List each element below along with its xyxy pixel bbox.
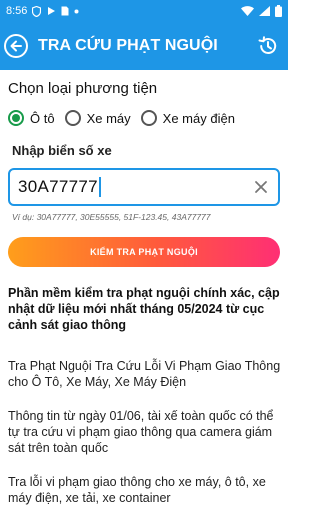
- sim-card-icon: [61, 6, 69, 16]
- radio-button-car[interactable]: [8, 110, 24, 126]
- radio-label-car: Ô tô: [30, 110, 55, 126]
- radio-label-electric-motorbike: Xe máy điện: [162, 110, 235, 126]
- radio-option-electric-motorbike[interactable]: Xe máy điện: [140, 110, 235, 126]
- signal-icon: [259, 6, 270, 16]
- back-button[interactable]: [4, 34, 28, 58]
- plate-example-hint: Ví dụ: 30A77777, 30E55555, 51F-123.45, 4…: [12, 212, 211, 222]
- intro-text: Phần mềm kiểm tra phạt nguội chính xác, …: [8, 286, 280, 332]
- description-paragraph-2: Thông tin từ ngày 01/06, tài xế toàn quố…: [8, 409, 274, 455]
- radio-label-motorbike: Xe máy: [86, 110, 131, 126]
- page-title: TRA CỨU PHẠT NGUỘI: [38, 37, 218, 54]
- app-bar: TRA CỨU PHẠT NGUỘI: [0, 22, 288, 70]
- radio-button-motorbike[interactable]: [64, 110, 81, 126]
- radio-option-motorbike[interactable]: Xe máy: [64, 110, 131, 126]
- plate-number-input[interactable]: 30A77777: [8, 168, 280, 206]
- plate-input-label: Nhập biển số xe: [12, 143, 112, 158]
- text-cursor: [98, 177, 101, 197]
- plate-input-value[interactable]: 30A77777: [18, 177, 98, 197]
- radio-option-car[interactable]: Ô tô: [8, 110, 55, 126]
- check-fines-button[interactable]: KIỂM TRA PHẠT NGUỘI: [8, 237, 280, 267]
- status-time: 8:56: [6, 5, 28, 17]
- description-paragraph-3: Tra lỗi vi phạm giao thông cho xe máy, ô…: [8, 475, 266, 505]
- vehicle-type-title: Chọn loại phương tiện: [8, 80, 158, 97]
- clear-icon[interactable]: [254, 180, 268, 194]
- description-paragraph-1: Tra Phạt Nguội Tra Cứu Lỗi Vi Phạm Giao …: [8, 359, 281, 389]
- shield-icon: [32, 5, 42, 17]
- dot-icon: [74, 9, 79, 14]
- history-button[interactable]: [256, 34, 280, 58]
- vehicle-type-radio-group: Ô tô Xe máy Xe máy điện: [8, 110, 245, 126]
- play-protect-icon: [46, 6, 56, 16]
- history-icon: [258, 36, 277, 54]
- radio-button-electric-motorbike[interactable]: [140, 110, 157, 126]
- status-bar: 8:56: [0, 0, 288, 22]
- battery-icon: [275, 5, 282, 17]
- back-arrow-icon: [10, 40, 22, 52]
- wifi-icon: [241, 6, 254, 16]
